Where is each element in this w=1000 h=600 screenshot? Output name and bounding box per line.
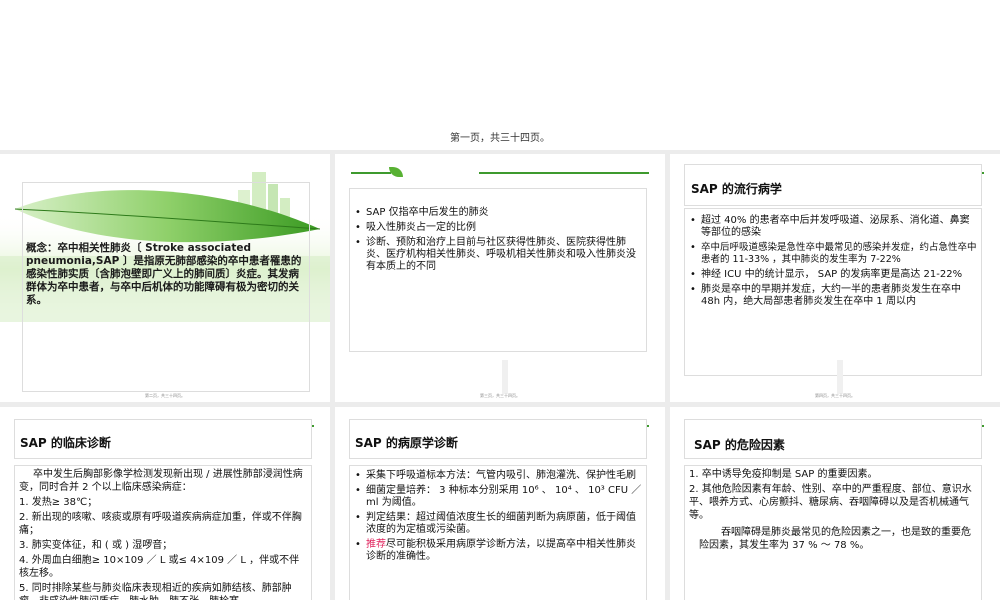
slide-title-bar: SAP 的病原学诊断 (349, 419, 647, 459)
list-item: 5. 同时排除某些与肺炎临床表现相近的疾病如肺结核、肺部肿瘤、非感染性肺间质病、… (19, 583, 292, 600)
slide-title: SAP 的病原学诊断 (355, 436, 458, 450)
content-box: 采集下呼吸道标本方法：气管内吸引、肺泡灌洗、保护性毛刷 细菌定量培养： 3 种标… (349, 465, 647, 600)
content-box: 卒中发生后胸部影像学检测发现新出现 / 进展性肺部浸润性病变，同时合并 2 个以… (14, 465, 312, 600)
slide-2-thumbnail[interactable]: 概念：卒中相关性肺炎〔 Stroke associated pneumonia,… (0, 154, 330, 402)
content-box: 1. 卒中诱导免疫抑制是 SAP 的重要因素。 2. 其他危险因素有年龄、性别、… (684, 465, 982, 600)
list-item: 2. 其他危险因素有年龄、性别、卒中的严重程度、部位、意识水平、喂养方式、心房颤… (689, 484, 972, 521)
slide-footer: 第四页，共三十四页。 (815, 393, 855, 398)
bullet-list: 超过 40% 的患者卒中后并发呼吸道、泌尿系、消化道、鼻窦等部位的感染 卒中后呼… (689, 215, 979, 311)
bullet-item: 神经 ICU 中的统计显示， SAP 的发病率更是高达 21-22% (689, 269, 979, 281)
content-box: SAP 仅指卒中后发生的肺炎 吸入性肺炎占一定的比例 诊断、预防和治疗上目前与社… (349, 188, 647, 352)
list-item: 1. 发热≥ 38℃； (19, 497, 98, 508)
slide-title-bar: SAP 的危险因素 (684, 419, 982, 459)
slide-title: SAP 的危险因素 (694, 438, 785, 452)
bullet-list: SAP 仅指卒中后发生的肺炎 吸入性肺炎占一定的比例 诊断、预防和治疗上目前与社… (354, 207, 644, 276)
leaf-icon (389, 167, 403, 177)
intro-text: 卒中发生后胸部影像学检测发现新出现 / 进展性肺部浸润性病变，同时合并 2 个以… (19, 469, 303, 493)
bullet-item: 肺炎是卒中的早期并发症，大约一半的患者肺炎发生在卒中 48h 内，绝大局部患者肺… (689, 284, 979, 308)
content-box: 超过 40% 的患者卒中后并发呼吸道、泌尿系、消化道、鼻窦等部位的感染 卒中后呼… (684, 208, 982, 376)
bullet-list: 采集下呼吸道标本方法：气管内吸引、肺泡灌洗、保护性毛刷 细菌定量培养： 3 种标… (354, 470, 644, 566)
slide-title: SAP 的流行病学 (691, 182, 782, 196)
bullet-item: 诊断、预防和治疗上目前与社区获得性肺炎、医院获得性肺炎、医疗机构相关性肺炎、呼吸… (354, 237, 644, 273)
slide-footer: 第二页，共三十四页。 (145, 393, 185, 398)
bullet-item: 细菌定量培养： 3 种标本分别采用 10⁶ 、 10⁴ 、 10³ CFU ／ … (354, 485, 644, 509)
bullet-item: 判定结果：超过阈值浓度生长的细菌判断为病原菌，低于阈值浓度的为定植或污染菌。 (354, 512, 644, 536)
divider-line (351, 172, 391, 174)
bullet-item: 吸入性肺炎占一定的比例 (354, 222, 644, 234)
slide-4-thumbnail[interactable]: SAP 的流行病学 超过 40% 的患者卒中后并发呼吸道、泌尿系、消化道、鼻窦等… (670, 154, 1000, 402)
definition-text: 概念：卒中相关性肺炎〔 Stroke associated pneumonia,… (26, 242, 302, 306)
slide-title: SAP 的临床诊断 (20, 436, 111, 450)
list-item: 1. 卒中诱导免疫抑制是 SAP 的重要因素。 (689, 469, 878, 480)
divider-line (479, 172, 649, 174)
list-item: 2. 新出现的咳嗽、咳痰或原有呼吸道疾病病症加重，伴或不伴胸痛； (19, 512, 302, 536)
bullet-item: 采集下呼吸道标本方法：气管内吸引、肺泡灌洗、保护性毛刷 (354, 470, 644, 482)
scroll-marker (502, 360, 508, 394)
bullet-item: 超过 40% 的患者卒中后并发呼吸道、泌尿系、消化道、鼻窦等部位的感染 (689, 215, 979, 239)
recommend-text: 尽可能积极采用病原学诊断方法，以提高卒中相关性肺炎诊断的准确性。 (366, 539, 636, 562)
slide-7-thumbnail[interactable]: SAP 的危险因素 1. 卒中诱导免疫抑制是 SAP 的重要因素。 2. 其他危… (670, 407, 1000, 600)
bullet-item: SAP 仅指卒中后发生的肺炎 (354, 207, 644, 219)
list-item: 3. 肺实变体征，和 ( 或 ) 湿啰音； (19, 540, 173, 551)
slide-5-thumbnail[interactable]: SAP 的临床诊断 卒中发生后胸部影像学检测发现新出现 / 进展性肺部浸润性病变… (0, 407, 330, 600)
slide-title-bar: SAP 的临床诊断 (14, 419, 312, 459)
slide-3-thumbnail[interactable]: SAP 仅指卒中后发生的肺炎 吸入性肺炎占一定的比例 诊断、预防和治疗上目前与社… (335, 154, 665, 402)
paragraph-text: 吞咽障碍是肺炎最常见的危险因素之一，也是致的重要危险因素，其发生率为 37 % … (699, 527, 971, 551)
recommendation-bullet: 推荐尽可能积极采用病原学诊断方法，以提高卒中相关性肺炎诊断的准确性。 (354, 539, 644, 563)
list-item: 4. 外周血白细胞≥ 10×109 ／ L 或≤ 4×109 ／ L ，伴或不伴… (19, 555, 300, 579)
previous-slide-area: 第一页，共三十四页。 (0, 0, 1000, 150)
recommend-label: 推荐 (366, 539, 386, 550)
slide-6-thumbnail[interactable]: SAP 的病原学诊断 采集下呼吸道标本方法：气管内吸引、肺泡灌洗、保护性毛刷 细… (335, 407, 665, 600)
scroll-marker (837, 360, 843, 394)
criteria-list: 1. 发热≥ 38℃； 2. 新出现的咳嗽、咳痰或原有呼吸道疾病病症加重，伴或不… (19, 496, 307, 600)
page-caption: 第一页，共三十四页。 (450, 133, 550, 144)
slide-title-bar: SAP 的流行病学 (684, 164, 982, 206)
bullet-item: 卒中后呼吸道感染是急性卒中最常见的感染并发症，约占急性卒中患者的 11-33% … (689, 242, 979, 266)
slide-footer: 第三页，共三十四页。 (480, 393, 520, 398)
risk-factor-list: 1. 卒中诱导免疫抑制是 SAP 的重要因素。 2. 其他危险因素有年龄、性别、… (689, 468, 977, 522)
